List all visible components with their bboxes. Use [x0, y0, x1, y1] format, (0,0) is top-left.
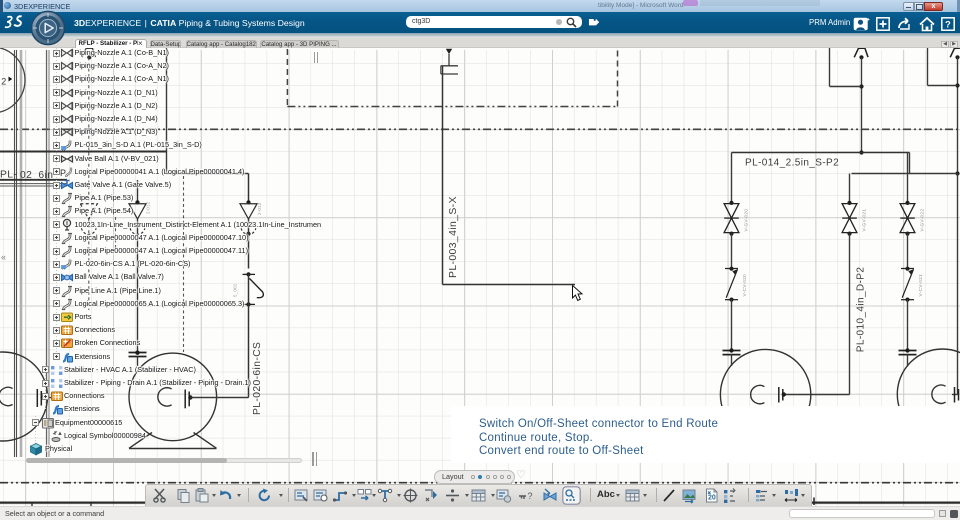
svg-text:PL-: PL-	[0, 169, 17, 180]
svg-text:V-CV-020: V-CV-020	[742, 274, 747, 297]
svg-text:2: 2	[1, 77, 6, 87]
svg-text:▲: ▲	[57, 431, 63, 437]
svg-text:V-CV-021: V-CV-021	[918, 274, 923, 297]
svg-text:?: ?	[528, 491, 533, 501]
svg-text:PL-020-6in-CS: PL-020-6in-CS	[252, 342, 263, 415]
svg-text:2-013: 2-013	[257, 202, 262, 215]
svg-text:V-GV-021: V-GV-021	[862, 209, 867, 232]
svg-text:PL-003_4in_S-X: PL-003_4in_S-X	[448, 196, 459, 278]
svg-text:02_6in: 02_6in	[20, 170, 53, 181]
svg-text:PL-014_2.5in_S-P2: PL-014_2.5in_S-P2	[745, 158, 839, 169]
svg-text:PL-010_4in_D-P2: PL-010_4in_D-P2	[855, 267, 866, 353]
svg-text:V-GV-020: V-GV-020	[744, 209, 749, 232]
svg-text:5_001: 5_001	[233, 283, 238, 297]
svg-text:«: «	[1, 252, 6, 262]
svg-text:V-GV-022: V-GV-022	[920, 209, 925, 232]
svg-text:2-012: 2-012	[146, 201, 151, 214]
svg-text:?: ?	[945, 20, 951, 31]
svg-text:20: 20	[708, 495, 716, 502]
